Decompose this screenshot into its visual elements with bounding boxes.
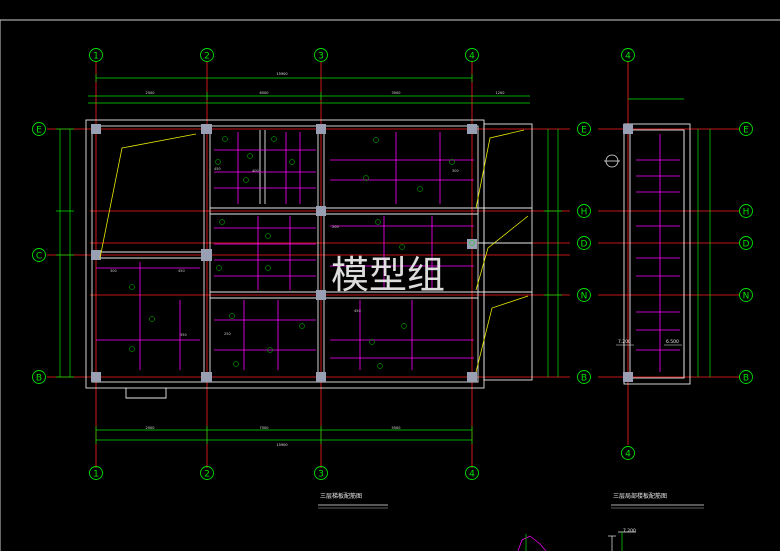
axis-bubble-row-e-left: E — [32, 122, 46, 136]
svg-text:2: 2 — [204, 52, 210, 62]
svg-text:4: 4 — [625, 450, 631, 460]
rebar-text-8: 200 — [332, 225, 339, 229]
axis-bubble-col-1-top: 1 — [89, 48, 103, 62]
dim-top-1: 2500 — [146, 91, 155, 95]
axis-bubble-col-2-bottom: 2 — [200, 466, 214, 480]
svg-text:D: D — [743, 240, 750, 250]
rebar-lines — [96, 132, 474, 370]
dim-bottom-1: 2500 — [146, 426, 155, 430]
svg-text:4: 4 — [469, 52, 475, 62]
axis-bubble-row-b-right: B — [577, 370, 591, 384]
svg-text:B: B — [581, 374, 587, 384]
elevation-label-2: 6.500 — [666, 339, 679, 345]
axis-bubble-row-n-right: N — [577, 288, 591, 302]
section-axis-bubble-b: B — [739, 370, 753, 384]
svg-text:3: 3 — [318, 470, 324, 480]
svg-text:E: E — [581, 126, 587, 136]
dim-top-4: 1200 — [496, 91, 505, 95]
plan-dimension-lines — [56, 74, 562, 444]
svg-text:N: N — [581, 292, 588, 302]
axis-bubble-col-3-bottom: 3 — [314, 466, 328, 480]
stair-lines — [99, 129, 529, 373]
axis-bubble-col-4-top: 4 — [465, 48, 479, 62]
axis-bubble-row-c-left: C — [32, 248, 46, 262]
rebar-text-6: 250 — [224, 332, 231, 336]
dim-top-2: 6500 — [260, 91, 269, 95]
section-axis-bubble-top: 4 — [621, 48, 635, 62]
rebar-text-10: 450 — [354, 309, 361, 313]
axis-bubble-col-2-top: 2 — [200, 48, 214, 62]
section-axis-bubble-h: H — [739, 204, 753, 218]
axis-bubble-row-b-left: B — [32, 370, 46, 384]
svg-text:N: N — [743, 292, 750, 302]
rebar-text-5: 450 — [178, 269, 185, 273]
svg-text:H: H — [581, 208, 588, 218]
section-axis-bubble-e: E — [739, 122, 753, 136]
bottom-detail-fragment — [517, 531, 636, 551]
plan-walls — [85, 119, 533, 399]
svg-text:B: B — [743, 374, 749, 384]
elevation-label-3: 7.200 — [623, 528, 636, 534]
dim-top-3: 3500 — [392, 91, 401, 95]
axis-bubble-row-e-right: E — [577, 122, 591, 136]
rebar-text-7: 350 — [180, 333, 187, 337]
svg-text:D: D — [581, 240, 588, 250]
rebar-text-1: 450 — [214, 167, 221, 171]
svg-text:C: C — [36, 252, 42, 262]
svg-text:2: 2 — [204, 470, 210, 480]
plan-grid-lines — [47, 62, 570, 468]
svg-text:1: 1 — [93, 52, 99, 62]
dim-bottom-total: 15900 — [276, 443, 287, 447]
section-title-block: 三层局部楼板配筋图 — [611, 492, 704, 509]
svg-text:4: 4 — [625, 52, 631, 62]
dim-bottom-2: 7500 — [260, 426, 269, 430]
plan-title: 三层梯板配筋图 — [320, 492, 362, 500]
section-axis-bubble-d: D — [739, 236, 753, 250]
axis-bubble-row-h-right: H — [577, 204, 591, 218]
elevation-label-1: 7.200 — [618, 339, 631, 345]
rebar-text-4: 300 — [110, 269, 117, 273]
svg-text:B: B — [36, 374, 42, 384]
rebar-text-3: 300 — [452, 169, 459, 173]
svg-text:E: E — [36, 126, 42, 136]
plan-axis-bubbles: 1 2 3 4 1 2 3 4 E C B E H D N B — [32, 48, 591, 480]
svg-text:H: H — [743, 208, 750, 218]
dim-top-total: 15900 — [276, 72, 287, 76]
svg-text:1: 1 — [93, 470, 99, 480]
svg-text:E: E — [743, 126, 749, 136]
cad-drawing-canvas: 15900 2500 6500 3500 1200 15900 2500 750… — [0, 19, 780, 551]
axis-bubble-col-4-bottom: 4 — [465, 466, 479, 480]
svg-text:4: 4 — [469, 470, 475, 480]
watermark-text: 模型组 — [331, 253, 445, 297]
axis-bubble-col-3-top: 3 — [314, 48, 328, 62]
svg-text:3: 3 — [318, 52, 324, 62]
axis-bubble-row-d-right: D — [577, 236, 591, 250]
section-drawing: 4 4 E H D N B 7.200 6.500 — [598, 48, 753, 460]
section-title: 三层局部楼板配筋图 — [613, 492, 667, 500]
section-axis-bubble-n: N — [739, 288, 753, 302]
dim-bottom-3: 5500 — [392, 426, 401, 430]
rebar-text-2: 400 — [252, 169, 259, 173]
axis-bubble-col-1-bottom: 1 — [89, 466, 103, 480]
plan-title-block: 三层梯板配筋图 — [318, 492, 388, 509]
section-axis-bubble-bottom: 4 — [621, 446, 635, 460]
